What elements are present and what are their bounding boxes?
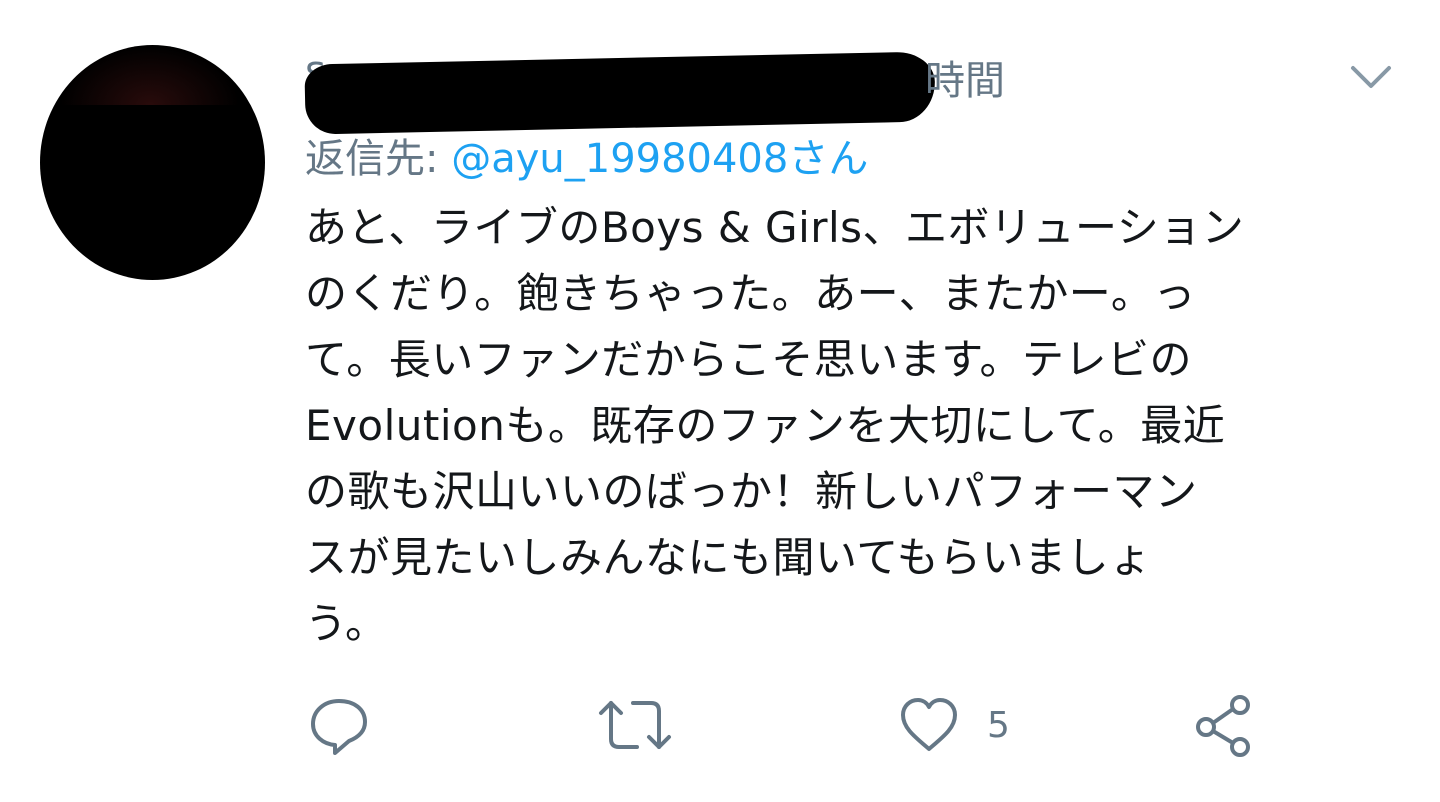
reply-context: 返信先: @ayu_19980408さん	[305, 126, 868, 184]
tweet-text-line: て。長いファンだからこそ思います。テレビの	[305, 335, 1193, 384]
tweet-text-line: あと、ライブのBoys & Girls、エボリューション	[305, 203, 1245, 252]
reply-handle-link[interactable]: @ayu_19980408さん	[451, 136, 868, 182]
heart-icon	[901, 698, 957, 751]
tweet-body: あと、ライブのBoys & Girls、エボリューション のくだり。飽きちゃった…	[305, 195, 1400, 657]
like-button[interactable]: 5	[895, 690, 1010, 760]
tweet-text-line: Evolutionも。既存のファンを大切にして。最近	[305, 401, 1226, 450]
timestamp[interactable]: 時間	[925, 48, 1005, 106]
reply-prefix: 返信先:	[305, 136, 452, 182]
retweet-button[interactable]	[595, 690, 675, 760]
tweet-text-line: の歌も沢山いいのばっか！新しいパフォーマン	[305, 467, 1198, 516]
tweet-header: s 時間	[304, 40, 1335, 135]
reply-button[interactable]	[305, 690, 373, 760]
chevron-down-icon[interactable]	[1345, 58, 1397, 98]
share-button[interactable]	[1190, 690, 1258, 760]
tweet-text-line: う。	[305, 599, 388, 648]
avatar-redaction	[60, 45, 240, 105]
action-bar: 5	[305, 690, 1305, 770]
like-count: 5	[987, 704, 1010, 746]
tweet-text-line: スが見たいしみんなにも聞いてもらいましょ	[305, 533, 1152, 582]
redaction-mark	[304, 51, 936, 135]
avatar[interactable]	[40, 45, 265, 280]
tweet-text-line: のくだり。飽きちゃった。あー、またかー。っ	[305, 269, 1196, 318]
share-icon	[1196, 695, 1250, 757]
reply-icon	[311, 699, 367, 755]
retweet-icon	[599, 701, 671, 749]
